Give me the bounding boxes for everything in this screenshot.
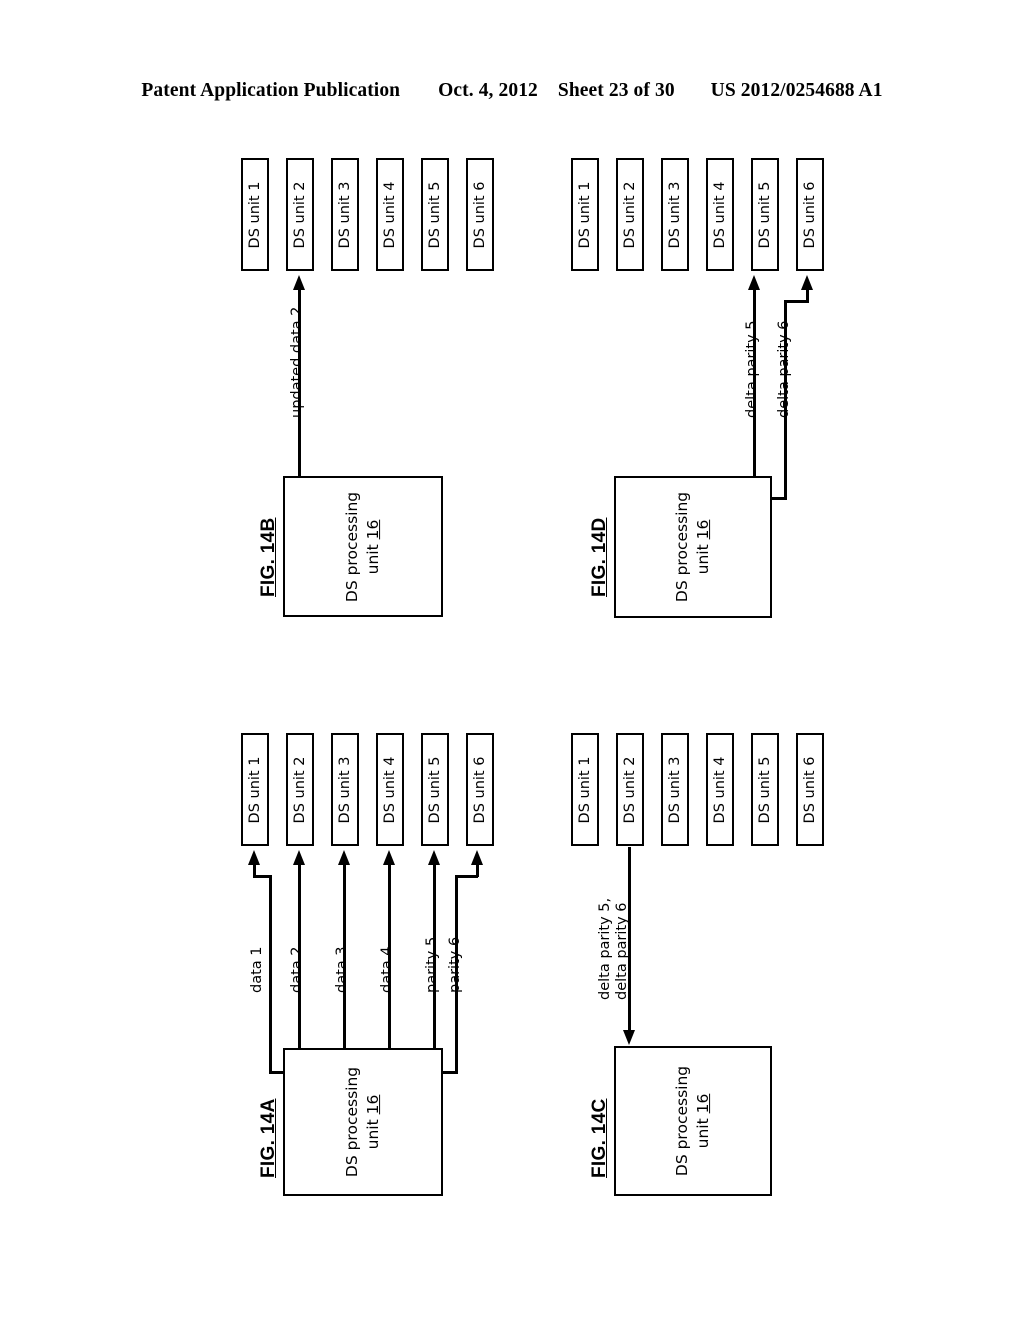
ds-unit-label: DS unit 2 (621, 756, 638, 823)
arrowhead-icon (623, 1030, 635, 1045)
ds-processing-unit-label: DS processing unit 16 (672, 1066, 714, 1176)
ds-unit-box: DS unit 6 (796, 733, 824, 846)
ds-unit-label: DS unit 6 (801, 756, 818, 823)
proc-line-2-prefix: unit (694, 1113, 712, 1149)
ds-unit-box: DS unit 5 (751, 733, 779, 846)
ds-unit-box: DS unit 4 (706, 733, 734, 846)
edge-label-line-2: delta parity 6 (614, 902, 631, 1000)
ds-unit-box: DS unit 3 (661, 733, 689, 846)
ds-unit-box: DS unit 1 (571, 733, 599, 846)
ds-unit-label: DS unit 5 (756, 756, 773, 823)
figure-caption: FIG. 14C (589, 1098, 610, 1178)
ds-unit-label: DS unit 3 (666, 756, 683, 823)
ds-unit-label: DS unit 4 (711, 756, 728, 823)
ds-processing-unit-box: DS processing unit 16 (614, 1046, 772, 1196)
proc-line-1: DS processing (673, 1065, 692, 1177)
proc-reference-number: 16 (694, 1093, 712, 1114)
figure-14c: DS unit 1 DS unit 2 DS unit 3 DS unit 4 … (0, 0, 1024, 1320)
ds-unit-box: DS unit 2 (616, 733, 644, 846)
ds-unit-label: DS unit 1 (576, 756, 593, 823)
edge-label-line-1: delta parity 5, (597, 897, 613, 1000)
edge-label: delta parity 5, delta parity 6 (597, 898, 632, 1000)
